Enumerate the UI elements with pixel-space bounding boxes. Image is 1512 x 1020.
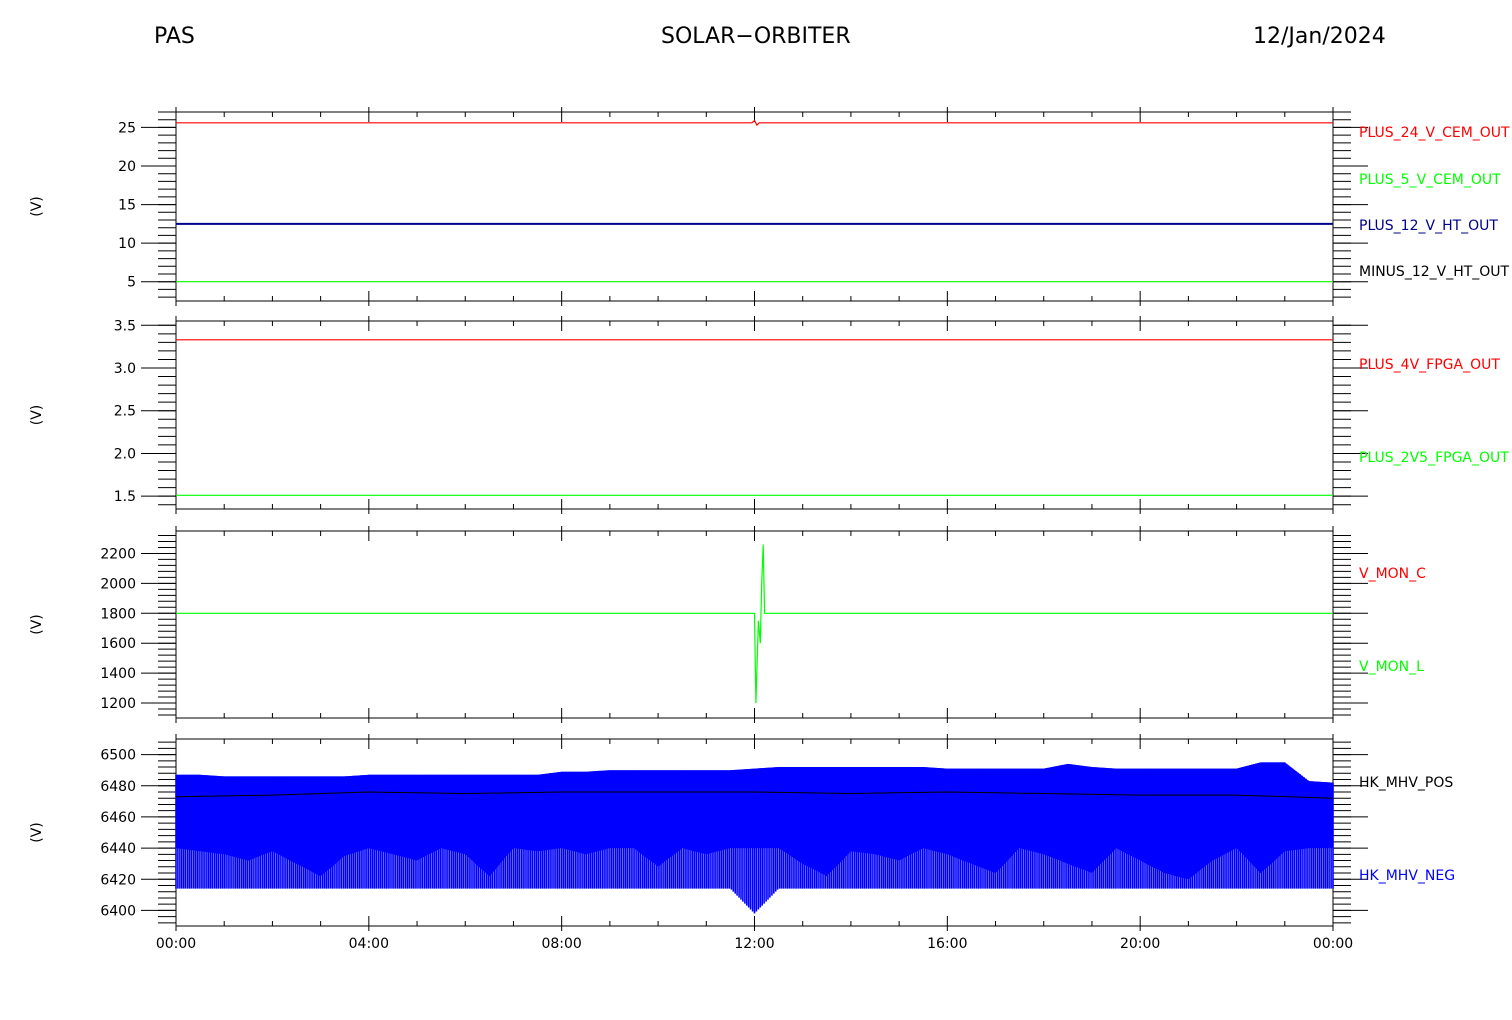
series-label: PLUS_4V_FPGA_OUT (1359, 357, 1500, 373)
series-1-line (176, 544, 1333, 704)
y-tick-label: 1600 (100, 636, 136, 652)
panel-1-frame (175, 111, 1334, 302)
y-tick-label: 15 (118, 198, 136, 214)
series-label: PLUS_2V5_FPGA_OUT (1359, 450, 1509, 466)
series-label: HK_MHV_POS (1359, 775, 1453, 791)
y-tick-label: 1.5 (114, 489, 136, 505)
y-tick-label: 1800 (100, 606, 136, 622)
y-axis-label: (V) (29, 196, 45, 217)
y-tick-label: 3.0 (114, 361, 136, 377)
y-tick-label: 6460 (100, 810, 136, 826)
series-label: V_MON_L (1359, 659, 1424, 675)
housekeeping-chart: 5 10 15 20 25 (V) PLUS_24_V_CEM_OUT PLUS_5_V_CE… (29, 107, 1510, 952)
y-tick-label: 5 (127, 275, 136, 291)
y-tick-label: 6500 (100, 748, 136, 764)
y-tick-label: 2.5 (114, 404, 136, 420)
series-label: V_MON_C (1359, 566, 1426, 582)
y-axis-label: (V) (29, 614, 45, 635)
y-axis-label: (V) (29, 822, 45, 843)
y-tick-label: 2200 (100, 546, 136, 562)
series-label: PLUS_24_V_CEM_OUT (1359, 125, 1510, 141)
y-tick-label: 2.0 (114, 446, 136, 462)
x-tick-label: 04:00 (349, 936, 389, 952)
panel-2-frame (175, 320, 1334, 510)
x-tick-label: 00:00 (156, 936, 196, 952)
series-label: PLUS_5_V_CEM_OUT (1359, 172, 1501, 188)
y-tick-label: 1400 (100, 666, 136, 682)
y-tick-label: 10 (118, 236, 136, 252)
series-label: HK_MHV_NEG (1359, 868, 1455, 884)
x-tick-label: 00:00 (1313, 936, 1353, 952)
series-label: PLUS_12_V_HT_OUT (1359, 218, 1498, 234)
y-tick-label: 25 (118, 120, 136, 136)
y-tick-label: 2000 (100, 576, 136, 592)
y-tick-label: 1200 (100, 696, 136, 712)
y-tick-label: 6400 (100, 903, 136, 919)
y-tick-label: 6420 (100, 872, 136, 888)
y-tick-label: 6440 (100, 841, 136, 857)
series-0-line (176, 119, 1333, 127)
x-tick-label: 16:00 (927, 936, 967, 952)
y-axis-label: (V) (29, 405, 45, 426)
x-tick-label: 12:00 (734, 936, 774, 952)
y-tick-label: 20 (118, 159, 136, 175)
y-tick-label: 6480 (100, 779, 136, 795)
y-tick-label: 3.5 (114, 318, 136, 334)
x-tick-label: 20:00 (1120, 936, 1160, 952)
series-label: MINUS_12_V_HT_OUT (1359, 264, 1510, 280)
x-tick-label: 08:00 (541, 936, 581, 952)
